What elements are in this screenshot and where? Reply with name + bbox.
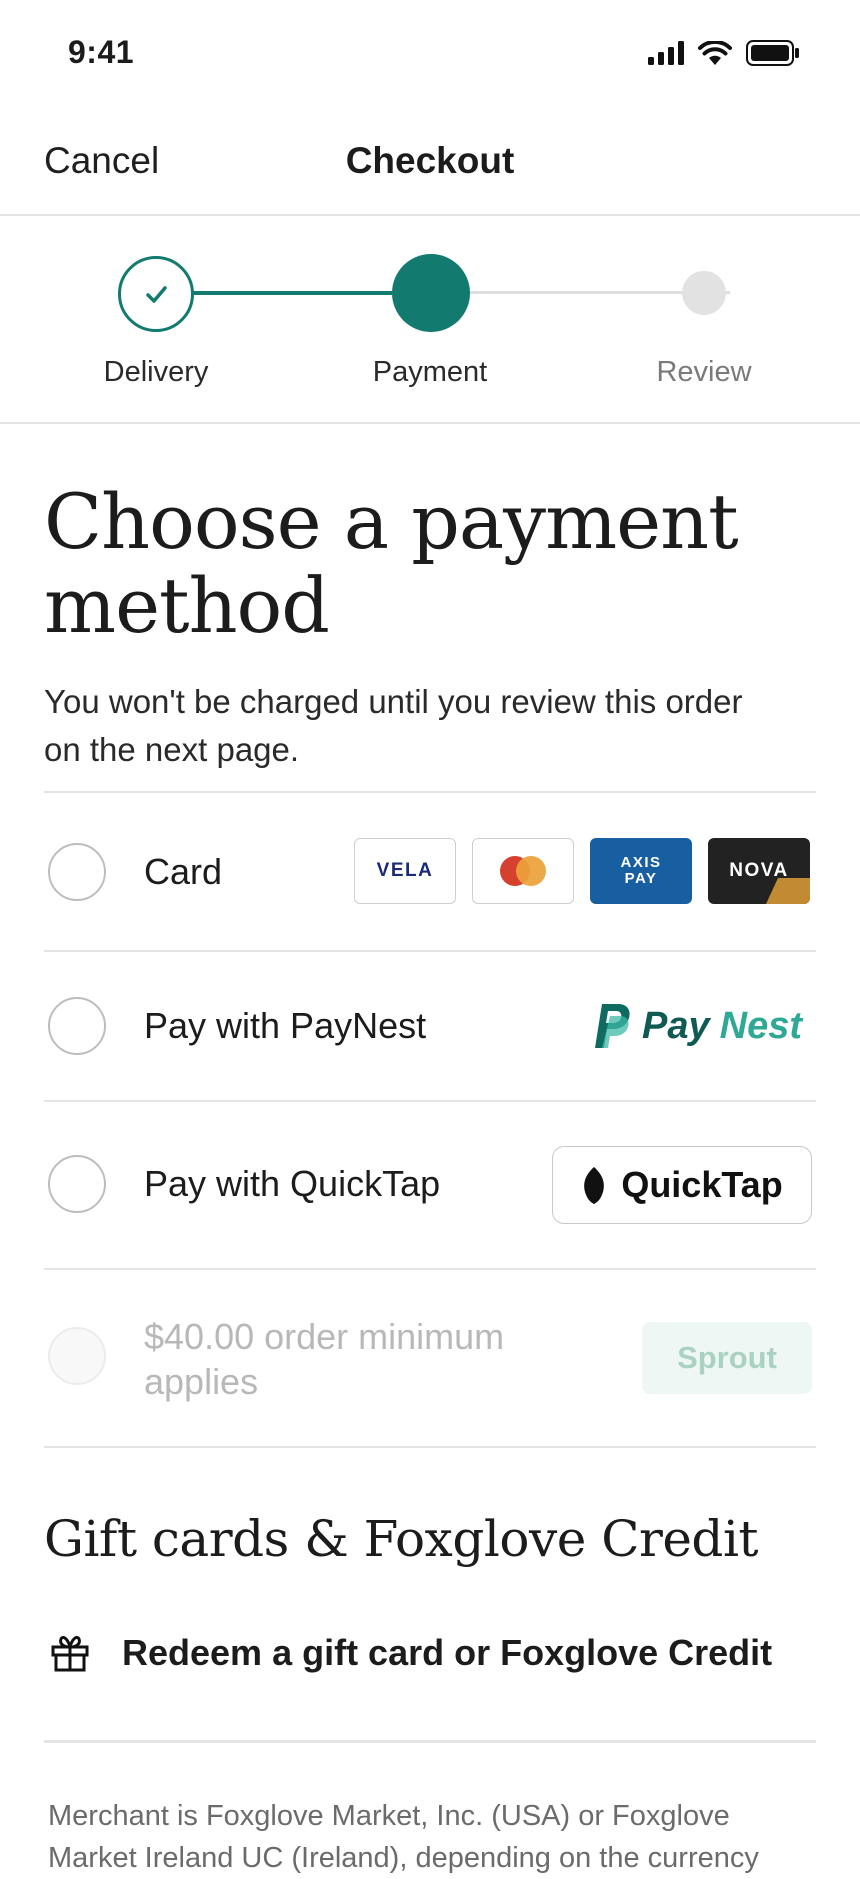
status-bar: 9:41	[0, 0, 860, 110]
nova-logo-text: NOVA	[729, 860, 789, 881]
quicktap-button[interactable]: QuickTap	[552, 1146, 812, 1224]
divider	[44, 1100, 816, 1102]
cellular-signal-icon	[648, 41, 684, 65]
step-label-payment: Payment	[372, 356, 488, 388]
quicktap-radio[interactable]	[48, 1155, 106, 1213]
step-review-indicator	[682, 271, 726, 315]
axis-pay-card-logo: AXIS PAY	[590, 838, 692, 904]
battery-icon	[746, 40, 799, 66]
checkmark-icon	[146, 286, 167, 303]
wifi-icon	[698, 41, 732, 65]
page-subtext: You won't be charged until you review th…	[44, 683, 743, 768]
redeem-gift-card-label: Redeem a gift card or Foxglove Credit	[122, 1632, 773, 1673]
merchant-legal-text: Merchant is Foxglove Market, Inc. (USA) …	[48, 1800, 759, 1874]
heading-line-2: method	[44, 561, 330, 650]
step-line-complete	[192, 291, 392, 295]
gift-section-title: Gift cards & Foxglove Credit	[44, 1510, 759, 1568]
vela-card-logo: VELA	[354, 838, 456, 904]
status-icons	[648, 40, 800, 66]
step-payment-indicator	[392, 254, 470, 332]
vela-logo-text: VELA	[376, 860, 434, 881]
paynest-logo-nest: Nest	[719, 1004, 802, 1047]
quicktap-label: Pay with QuickTap	[144, 1163, 441, 1204]
heading-line-1: Choose a payment	[44, 477, 739, 566]
paynest-label: Pay with PayNest	[144, 1005, 427, 1046]
mastercard-logo	[472, 838, 574, 904]
step-label-delivery: Delivery	[103, 356, 209, 388]
divider	[44, 791, 816, 793]
card-radio[interactable]	[48, 843, 106, 901]
sprout-badge-label: Sprout	[677, 1340, 777, 1375]
status-time: 9:41	[68, 34, 135, 70]
redeem-gift-card-link[interactable]: Redeem a gift card or Foxglove Credit	[44, 1632, 772, 1674]
page-heading: Choose a payment method	[44, 477, 739, 650]
nova-card-logo: NOVA	[708, 838, 810, 904]
sprout-badge: Sprout	[642, 1322, 812, 1394]
paynest-p-icon	[595, 1004, 630, 1048]
axis-logo-line-1: AXIS	[620, 854, 662, 871]
paynest-logo-pay: Pay	[642, 1004, 710, 1047]
quicktap-leaf-icon	[584, 1167, 605, 1204]
divider	[44, 950, 816, 952]
gift-icon	[51, 1635, 89, 1672]
divider	[44, 1446, 816, 1448]
nav-header: Cancel Checkout	[0, 110, 860, 216]
paynest-radio[interactable]	[48, 997, 106, 1055]
divider	[44, 1268, 816, 1270]
quicktap-button-label: QuickTap	[621, 1164, 783, 1205]
checkout-stepper: Delivery Payment Review	[0, 214, 860, 424]
step-delivery-indicator	[118, 256, 194, 332]
sprout-label: $40.00 order minimum applies	[144, 1316, 505, 1402]
axis-logo-line-2: PAY	[624, 870, 658, 887]
step-label-review: Review	[656, 356, 752, 388]
sprout-radio	[48, 1327, 106, 1385]
card-label: Card	[144, 851, 223, 892]
divider	[44, 1740, 816, 1743]
page-title: Checkout	[345, 140, 515, 181]
mastercard-icon	[500, 856, 546, 886]
paynest-logo: Pay Nest	[594, 1002, 802, 1050]
